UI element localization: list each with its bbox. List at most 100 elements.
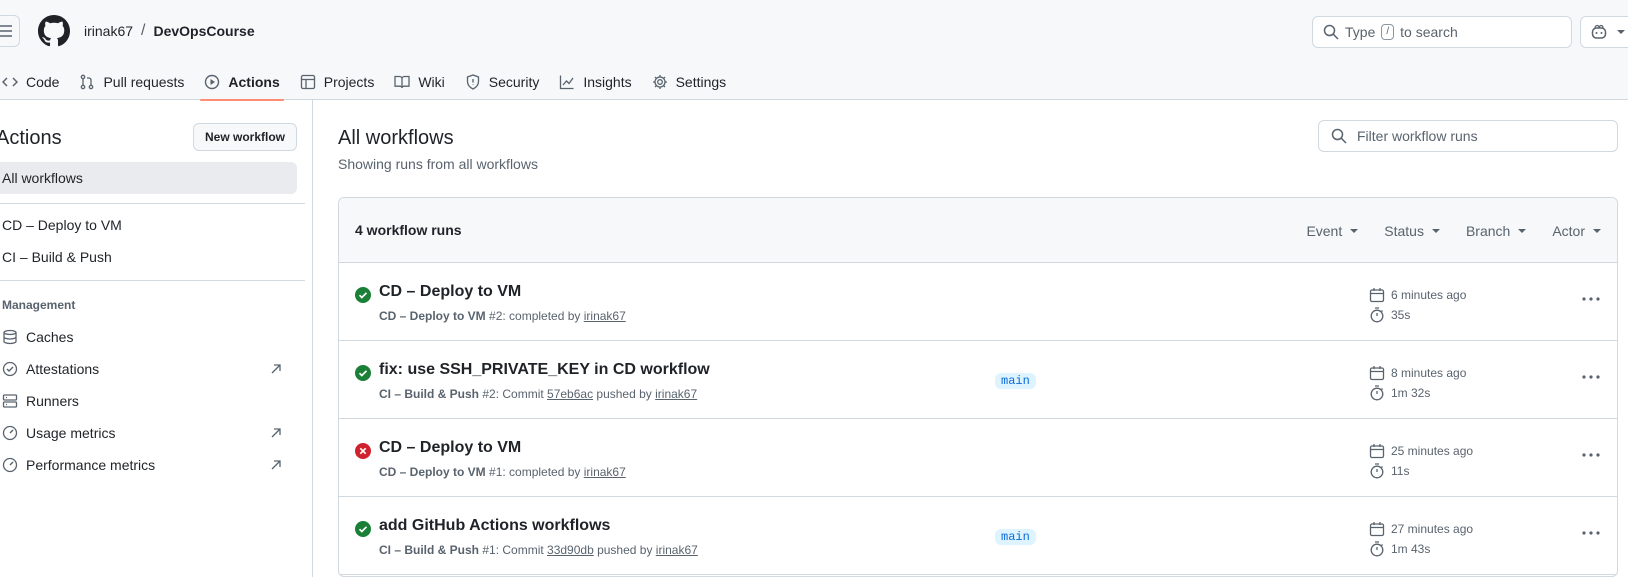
workflow-name: CI – Build & Push bbox=[379, 387, 480, 401]
github-logo-icon[interactable] bbox=[38, 15, 70, 47]
play-icon bbox=[205, 74, 220, 90]
run-detail: pushed by bbox=[593, 543, 656, 557]
sidebar-item-usage-metrics[interactable]: Usage metrics bbox=[2, 425, 292, 441]
tab-label: Wiki bbox=[418, 74, 445, 90]
tab-settings[interactable]: Settings bbox=[644, 64, 735, 100]
copilot-icon bbox=[1591, 24, 1607, 39]
new-workflow-button[interactable]: New workflow bbox=[193, 123, 297, 151]
kebab-menu-icon[interactable] bbox=[1581, 291, 1601, 307]
server-icon bbox=[2, 394, 18, 408]
sidebar-item-runners[interactable]: Runners bbox=[2, 393, 292, 409]
page-title: All workflows bbox=[338, 127, 454, 149]
filter-label: Status bbox=[1384, 222, 1424, 239]
stopwatch-icon bbox=[1370, 385, 1384, 401]
tab-label: Settings bbox=[675, 74, 727, 90]
filter-workflow-runs-input[interactable]: Filter workflow runs bbox=[1318, 120, 1618, 152]
copilot-button[interactable] bbox=[1580, 16, 1628, 48]
status-filter-dropdown[interactable]: Status bbox=[1384, 223, 1440, 239]
actor-link[interactable]: irinak67 bbox=[655, 387, 697, 401]
workflow-run-row[interactable]: CD – Deploy to VM CD – Deploy to VM #1: c… bbox=[339, 419, 1617, 497]
workflow-run-row[interactable]: add GitHub Actions workflows CI – Build &… bbox=[339, 497, 1617, 575]
gear-icon bbox=[652, 75, 667, 89]
meter-icon bbox=[2, 457, 18, 473]
tab-pull-requests[interactable]: Pull requests bbox=[71, 64, 192, 100]
repo-link[interactable]: DevOpsCourse bbox=[153, 23, 254, 39]
verified-icon bbox=[2, 361, 18, 377]
search-icon bbox=[1331, 128, 1347, 144]
tab-label: Projects bbox=[323, 74, 375, 90]
sidebar-item-attestations[interactable]: Attestations bbox=[2, 361, 292, 377]
kebab-menu-icon[interactable] bbox=[1581, 525, 1601, 541]
chevron-down-icon bbox=[1593, 228, 1601, 233]
run-meta: CI – Build & Push #2: Commit 57eb6ac pus… bbox=[379, 387, 697, 401]
graph-icon bbox=[560, 75, 574, 90]
run-duration: 35s bbox=[1391, 308, 1411, 322]
code-icon bbox=[2, 77, 18, 87]
tab-wiki[interactable]: Wiki bbox=[386, 64, 452, 100]
sidebar-item-workflow-cd[interactable]: CD – Deploy to VM bbox=[2, 217, 292, 233]
tab-projects[interactable]: Projects bbox=[292, 64, 383, 100]
menu-button[interactable] bbox=[0, 15, 20, 47]
tab-code[interactable]: Code bbox=[0, 64, 67, 100]
run-duration: 1m 43s bbox=[1391, 542, 1431, 556]
tab-actions[interactable]: Actions bbox=[196, 64, 287, 101]
sidebar-item-label: Attestations bbox=[26, 361, 100, 377]
commit-link[interactable]: 33d90db bbox=[547, 543, 594, 557]
table-icon bbox=[300, 74, 315, 90]
stopwatch-icon bbox=[1370, 463, 1384, 479]
actions-sidebar: Actions New workflow All workflows CD – … bbox=[0, 100, 313, 577]
run-title[interactable]: fix: use SSH_PRIVATE_KEY in CD workflow bbox=[379, 361, 710, 379]
tab-security[interactable]: Security bbox=[457, 64, 548, 100]
run-detail: #2: Commit bbox=[479, 387, 548, 401]
search-input[interactable]: Type / to search bbox=[1312, 16, 1572, 48]
sidebar-item-workflow-ci[interactable]: CI – Build & Push bbox=[2, 249, 292, 265]
run-title[interactable]: add GitHub Actions workflows bbox=[379, 517, 610, 535]
x-circle-icon bbox=[355, 443, 371, 459]
check-circle-icon bbox=[355, 287, 371, 303]
breadcrumb: irinak67 / DevOpsCourse bbox=[84, 22, 255, 40]
sidebar-item-label: Performance metrics bbox=[26, 457, 156, 473]
run-time: 27 minutes ago bbox=[1391, 522, 1474, 536]
actor-link[interactable]: irinak67 bbox=[656, 543, 698, 557]
kebab-menu-icon[interactable] bbox=[1581, 447, 1601, 463]
check-circle-icon bbox=[355, 365, 371, 381]
sidebar-item-all-workflows[interactable]: All workflows bbox=[0, 162, 297, 194]
workflow-run-row[interactable]: CD – Deploy to VM CD – Deploy to VM #2: c… bbox=[339, 263, 1617, 341]
commit-link[interactable]: 57eb6ac bbox=[547, 387, 593, 401]
workflow-run-row[interactable]: fix: use SSH_PRIVATE_KEY in CD workflow C… bbox=[339, 341, 1617, 419]
tab-insights[interactable]: Insights bbox=[551, 64, 639, 100]
actor-link[interactable]: irinak67 bbox=[584, 309, 626, 323]
branch-filter-dropdown[interactable]: Branch bbox=[1466, 223, 1527, 239]
calendar-icon bbox=[1369, 366, 1385, 381]
run-timing: 27 minutes ago 1m 43s bbox=[1369, 519, 1473, 559]
sidebar-item-performance-metrics[interactable]: Performance metrics bbox=[2, 457, 292, 473]
hamburger-icon bbox=[0, 25, 12, 37]
run-timing: 8 minutes ago 1m 32s bbox=[1369, 363, 1466, 403]
tab-label: Security bbox=[488, 74, 540, 90]
workflow-runs-list: 4 workflow runs Event Status Branch Acto… bbox=[338, 197, 1618, 577]
owner-link[interactable]: irinak67 bbox=[84, 23, 133, 39]
breadcrumb-separator: / bbox=[141, 22, 146, 39]
run-time: 8 minutes ago bbox=[1391, 366, 1467, 380]
run-timing: 6 minutes ago 35s bbox=[1369, 285, 1466, 325]
run-detail: #1: completed by bbox=[485, 465, 584, 479]
pull-request-icon bbox=[81, 74, 94, 90]
workflow-name: CD – Deploy to VM bbox=[379, 309, 486, 323]
stopwatch-icon bbox=[1370, 541, 1384, 557]
tab-label: Pull requests bbox=[103, 74, 185, 90]
sidebar-item-caches[interactable]: Caches bbox=[2, 329, 292, 345]
check-circle-icon bbox=[355, 521, 371, 537]
branch-label[interactable]: main bbox=[995, 529, 1036, 545]
runs-filters: Event Status Branch Actor bbox=[1306, 198, 1601, 263]
kebab-menu-icon[interactable] bbox=[1581, 369, 1601, 385]
event-filter-dropdown[interactable]: Event bbox=[1306, 223, 1359, 239]
run-title[interactable]: CD – Deploy to VM bbox=[379, 439, 521, 457]
actor-filter-dropdown[interactable]: Actor bbox=[1552, 223, 1601, 239]
branch-label[interactable]: main bbox=[995, 373, 1036, 389]
actor-link[interactable]: irinak67 bbox=[584, 465, 626, 479]
tab-label: Code bbox=[26, 74, 60, 90]
run-title[interactable]: CD – Deploy to VM bbox=[379, 283, 521, 301]
divider bbox=[0, 280, 305, 281]
calendar-icon bbox=[1369, 522, 1385, 537]
page-subtitle: Showing runs from all workflows bbox=[338, 156, 538, 172]
